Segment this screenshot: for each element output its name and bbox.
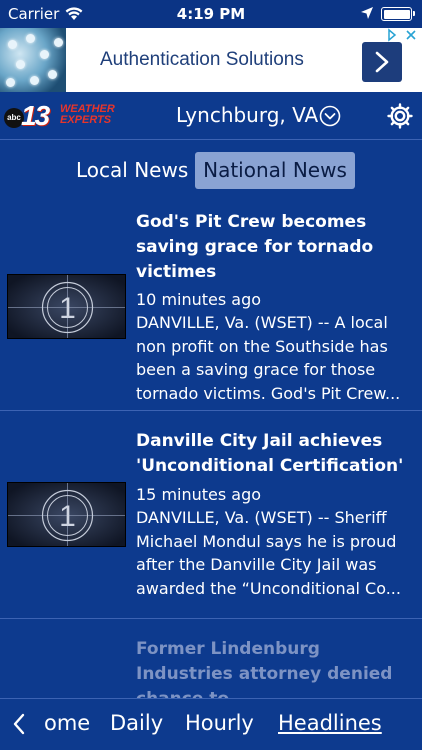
list-item[interactable]: 1 Danville City Jail achieves 'Unconditi… — [0, 411, 422, 619]
ad-banner[interactable]: Authentication Solutions — [0, 28, 422, 92]
chevron-down-icon[interactable] — [319, 105, 341, 127]
article-thumbnail: 1 — [7, 482, 126, 547]
logo-line-2: EXPERTS — [60, 114, 112, 126]
station-logo: abc 13 WEATHER EXPERTS — [4, 100, 130, 131]
adchoices-icon[interactable] — [382, 28, 422, 42]
list-item[interactable]: Former Lindenburg Industries attorney de… — [0, 619, 422, 699]
tab-national-news[interactable]: National News — [195, 152, 355, 189]
article-summary: DANVILLE, Va. (WSET) -- A local non prof… — [136, 313, 401, 403]
status-bar: Carrier 4:19 PM — [0, 0, 422, 28]
gear-icon[interactable] — [386, 102, 414, 130]
ad-image — [0, 28, 66, 92]
ad-text: Authentication Solutions — [100, 49, 304, 70]
nav-hourly[interactable]: Hourly — [185, 711, 254, 735]
logo-tagline: WEATHER EXPERTS — [60, 104, 115, 126]
article-summary: DANVILLE, Va. (WSET) -- Sheriff Michael … — [136, 508, 401, 598]
tab-local-news[interactable]: Local News — [70, 152, 194, 189]
article-title[interactable]: Former Lindenburg Industries attorney de… — [136, 637, 412, 699]
chevron-right-icon — [375, 51, 389, 73]
list-item[interactable]: 1 God's Pit Crew becomes saving grace fo… — [0, 200, 422, 411]
app-header: abc 13 WEATHER EXPERTS Lynchburg, VA — [0, 92, 422, 140]
nav-daily[interactable]: Daily — [110, 711, 163, 735]
bottom-nav: ome Daily Hourly Headlines — [0, 698, 422, 750]
thumbnail-countdown-label: 1 — [59, 292, 76, 325]
chevron-left-icon[interactable] — [12, 713, 26, 735]
ad-open-button[interactable] — [362, 42, 402, 82]
article-time: 10 minutes ago — [136, 290, 262, 309]
location-selector[interactable]: Lynchburg, VA — [176, 103, 318, 127]
nav-home[interactable]: ome — [44, 711, 90, 735]
article-title[interactable]: God's Pit Crew becomes saving grace for … — [136, 210, 412, 285]
clock: 4:19 PM — [176, 5, 246, 23]
location-arrow-icon — [361, 7, 373, 19]
article-thumbnail: 1 — [7, 274, 126, 339]
nav-headlines[interactable]: Headlines — [278, 711, 382, 735]
battery-icon — [381, 7, 415, 21]
logo-number: 13 — [21, 100, 50, 131]
article-time: 15 minutes ago — [136, 485, 262, 504]
thumbnail-countdown-label: 1 — [59, 500, 76, 533]
article-title[interactable]: Danville City Jail achieves 'Uncondition… — [136, 429, 412, 479]
